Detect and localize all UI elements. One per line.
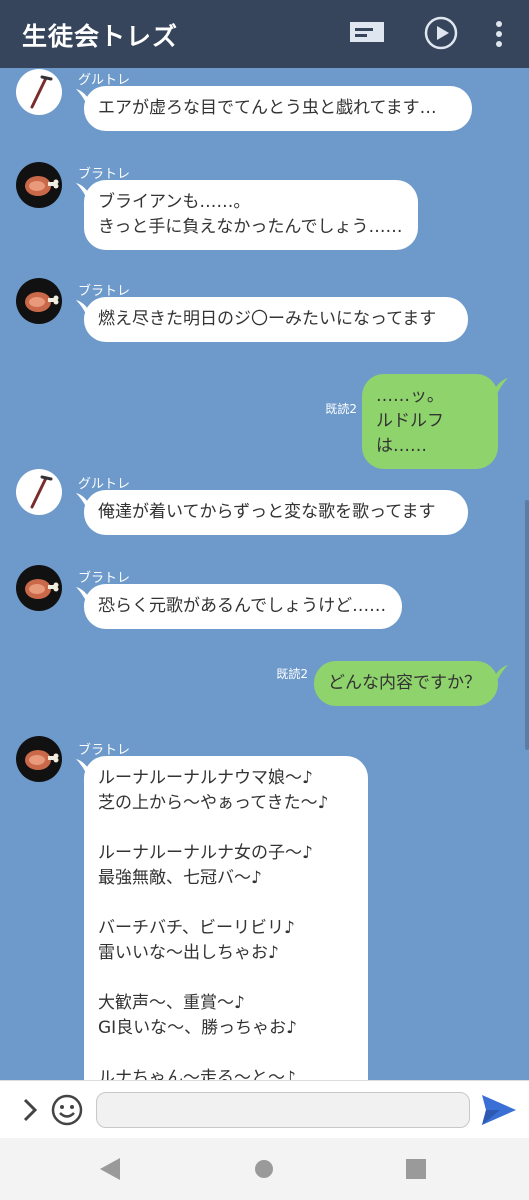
message-bubble[interactable]: ……ッ。 ルドルフは……: [362, 374, 498, 469]
avatar[interactable]: [16, 69, 62, 115]
more-vert-icon[interactable]: [492, 20, 506, 52]
message-bubble[interactable]: ブライアンも……。 きっと手に負えなかったんでしょう……: [84, 180, 418, 250]
message-bubble[interactable]: 燃え尽きた明日のジ〇ーみたいになってます: [84, 297, 468, 342]
message-input-bar: [0, 1080, 529, 1139]
avatar[interactable]: [16, 278, 62, 324]
message-bubble[interactable]: エアが虚ろな目でてんとう虫と戯れてます…: [84, 86, 472, 131]
bubble-tail: [494, 377, 508, 396]
play-icon[interactable]: [424, 16, 458, 54]
chat-area[interactable]: グルトレ エアが虚ろな目でてんとう虫と戯れてます… ブラトレ ブライアンも……。…: [0, 68, 529, 1080]
avatar[interactable]: [16, 736, 62, 782]
emoji-icon[interactable]: [51, 1094, 83, 1130]
menu-icon[interactable]: [350, 20, 384, 50]
chevron-right-icon[interactable]: [20, 1097, 40, 1127]
back-icon[interactable]: [100, 1158, 120, 1184]
chat-header: 生徒会トレズ: [0, 0, 529, 68]
avatar[interactable]: [16, 162, 62, 208]
message-bubble[interactable]: 俺達が着いてからずっと変な歌を歌ってます: [84, 490, 468, 535]
system-nav-bar: [0, 1138, 529, 1200]
chat-title: 生徒会トレズ: [22, 22, 179, 51]
message-input[interactable]: [96, 1092, 470, 1128]
read-receipt: 既読2: [276, 667, 308, 681]
send-icon[interactable]: [482, 1095, 516, 1129]
avatar[interactable]: [16, 565, 62, 611]
read-receipt: 既読2: [325, 402, 357, 416]
home-icon[interactable]: [254, 1159, 274, 1183]
avatar[interactable]: [16, 469, 62, 515]
message-bubble[interactable]: ルーナルーナルナウマ娘〜♪ 芝の上から〜やぁってきた〜♪ ルーナルーナルナ女の子…: [84, 756, 368, 1080]
message-bubble[interactable]: どんな内容ですか？: [314, 661, 498, 706]
recents-icon[interactable]: [406, 1159, 426, 1183]
scrollbar[interactable]: [525, 500, 529, 750]
bubble-tail: [494, 664, 508, 683]
message-bubble[interactable]: 恐らく元歌があるんでしょうけど……: [84, 584, 402, 629]
